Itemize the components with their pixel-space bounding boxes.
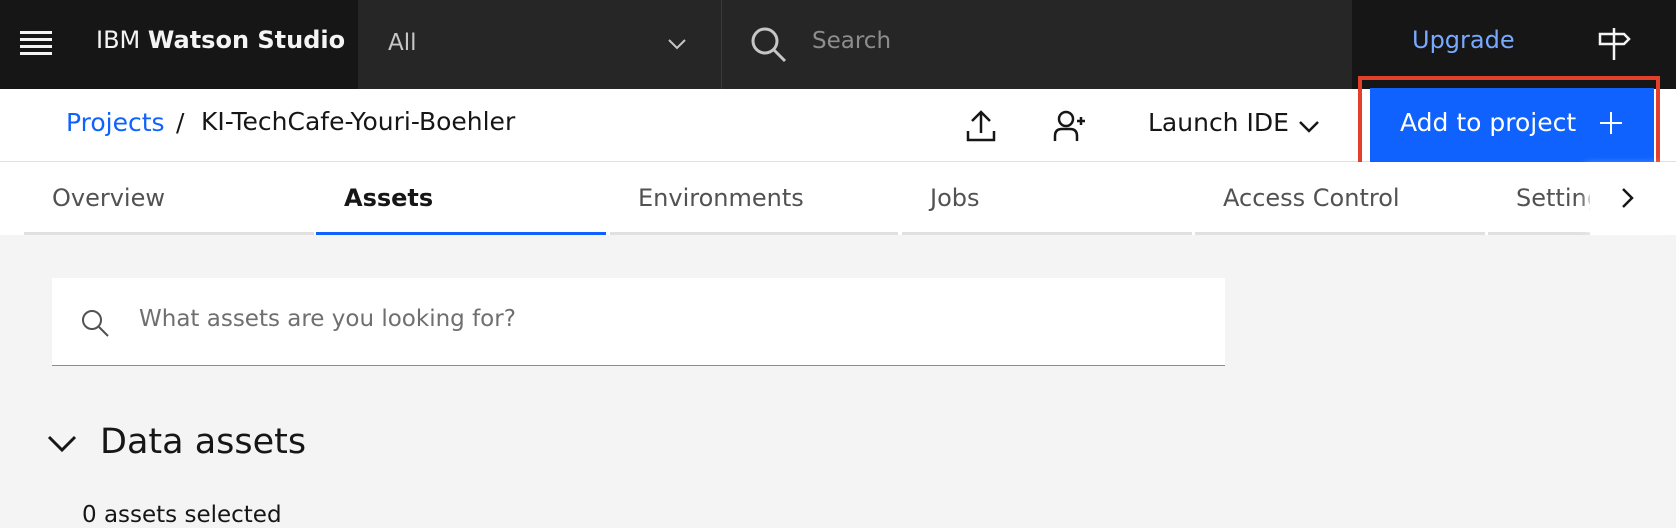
launch-ide-button[interactable]: Launch IDE [1148, 108, 1289, 137]
scope-dropdown[interactable]: All [358, 0, 722, 89]
product-brand[interactable]: IBM Watson Studio [96, 26, 345, 54]
tab-jobs[interactable]: Jobs [902, 162, 1192, 235]
collapse-chevron-icon[interactable] [46, 432, 78, 456]
tab-overview[interactable]: Overview [24, 162, 314, 235]
scope-value: All [388, 30, 417, 56]
add-to-project-label: Add to project [1400, 108, 1577, 137]
chevron-right-icon [1622, 188, 1634, 208]
asset-search-input[interactable]: What assets are you looking for? [52, 278, 1225, 366]
project-tabs: Overview Assets Environments Jobs Access… [0, 162, 1676, 235]
tab-label: Environments [638, 184, 804, 212]
chevron-down-icon [1299, 121, 1319, 133]
tab-assets[interactable]: Assets [316, 162, 606, 235]
search-placeholder: Search [812, 28, 892, 54]
search-icon [751, 27, 787, 63]
tab-label: Access Control [1223, 184, 1400, 212]
tab-environments[interactable]: Environments [610, 162, 898, 235]
selected-count: 0 assets selected [82, 502, 282, 528]
plus-icon [1600, 112, 1622, 134]
hamburger-menu-icon[interactable] [20, 31, 52, 57]
asset-search-placeholder: What assets are you looking for? [139, 306, 516, 332]
tab-access-control[interactable]: Access Control [1195, 162, 1485, 235]
search-icon [82, 310, 109, 337]
chevron-down-icon [668, 39, 686, 50]
add-to-project-button[interactable]: Add to project [1370, 88, 1654, 162]
upgrade-link[interactable]: Upgrade [1412, 26, 1515, 54]
breadcrumb-projects-link[interactable]: Projects [66, 108, 165, 137]
brand-product: Watson Studio [147, 26, 346, 54]
project-name: KI-TechCafe-Youri-Boehler [201, 107, 516, 136]
tabs-scroll-next-button[interactable] [1590, 162, 1676, 235]
tab-label: Overview [52, 184, 165, 212]
signpost-icon[interactable] [1596, 26, 1632, 62]
brand-prefix: IBM [96, 26, 148, 54]
tab-label: Assets [344, 184, 434, 212]
section-title: Data assets [100, 422, 307, 462]
global-search[interactable]: Search [722, 0, 1352, 89]
tab-label: Jobs [930, 184, 980, 212]
upload-icon[interactable] [964, 109, 998, 143]
breadcrumb-separator: / [176, 108, 185, 137]
add-collaborator-icon[interactable] [1052, 109, 1086, 143]
